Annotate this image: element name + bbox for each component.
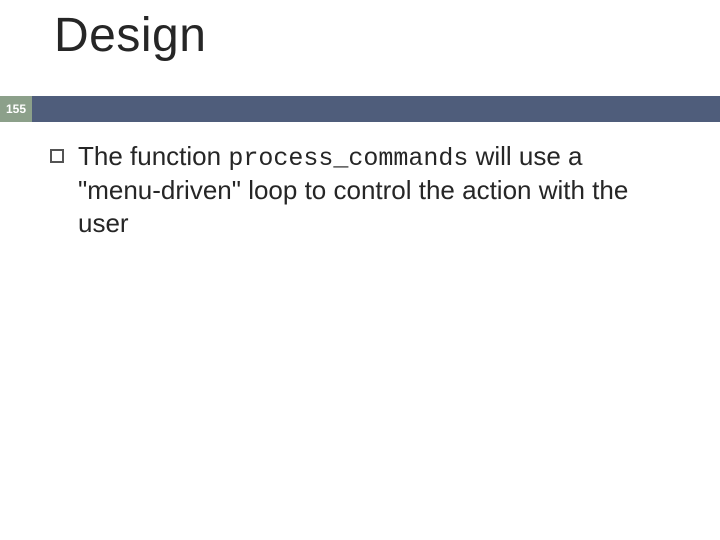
list-item: The function process_commands will use a… (50, 140, 660, 239)
code-segment: process_commands (228, 144, 468, 173)
bullet-text: The function process_commands will use a… (78, 140, 660, 239)
bullet-icon (50, 149, 64, 163)
page-number-badge: 155 (0, 96, 32, 122)
content-area: The function process_commands will use a… (50, 140, 660, 239)
slide-title: Design (54, 8, 206, 63)
divider-bar (0, 96, 720, 122)
text-segment: The function (78, 141, 228, 171)
slide: Design 155 The function process_commands… (0, 0, 720, 540)
